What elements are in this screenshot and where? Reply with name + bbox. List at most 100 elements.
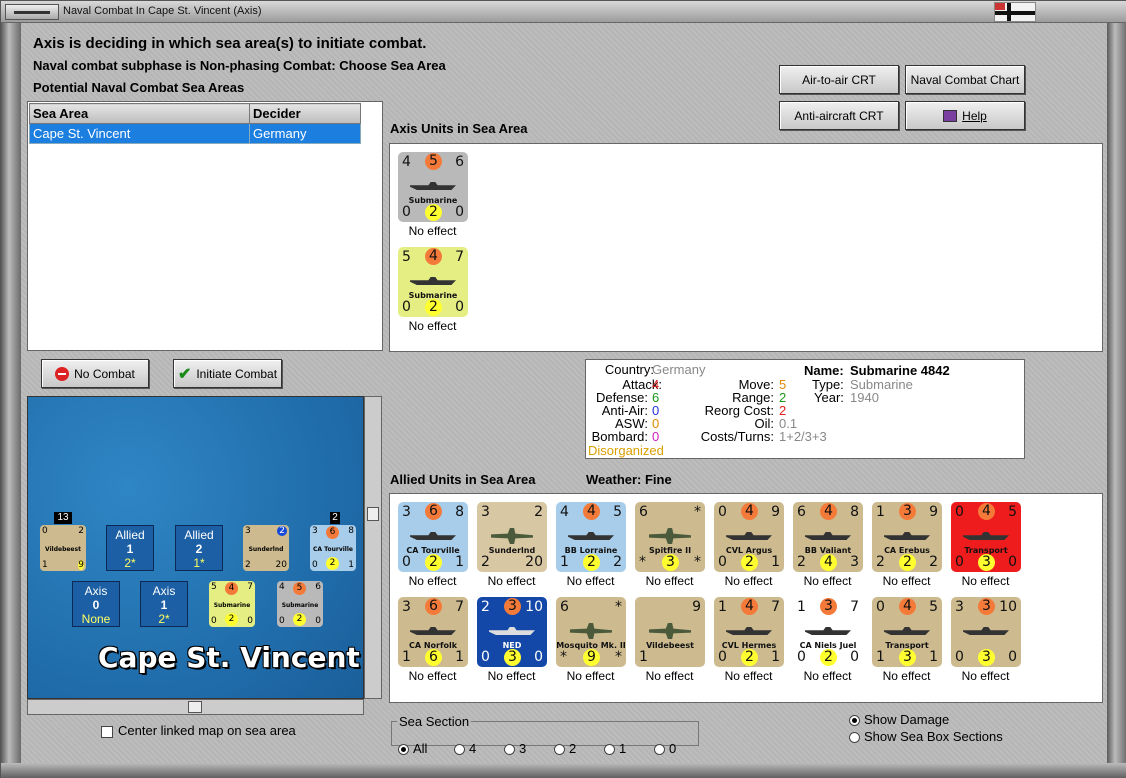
counter-br-value: 0 <box>455 204 464 220</box>
radio-button[interactable] <box>454 744 465 756</box>
sea-area-map[interactable]: 13 2 0 2 Vildebeest 1 9 Allied 1 2* Allied 2… <box>27 396 364 699</box>
bottom-frame <box>1 763 1126 778</box>
radio-button[interactable] <box>849 732 860 744</box>
map-counter-vildebeest[interactable]: 0 2 Vildebeest 1 9 <box>40 525 86 571</box>
counter-tr-value: 7 <box>455 599 464 615</box>
scroll-thumb[interactable] <box>188 701 202 713</box>
sea-section-group: Sea Section All 4 3 2 1 0 <box>391 714 699 756</box>
bombard-label: Bombard: <box>591 429 648 444</box>
map-counter-submarine[interactable]: 4 5 6 Submarine 0 2 0 <box>277 581 323 627</box>
allied-counter[interactable]: 0 4 9 0 2 1 CVL Argus <box>714 502 784 572</box>
book-icon <box>943 109 958 122</box>
allied-counter[interactable]: 3 6 7 1 6 1 CA Norfolk <box>398 597 468 667</box>
checkbox-box[interactable] <box>101 725 113 738</box>
allied-counter[interactable]: 0 4 5 1 3 1 Transport <box>872 597 942 667</box>
allied-counter[interactable]: 3 6 8 0 2 1 CA Tourville <box>398 502 468 572</box>
axis-box-1[interactable]: Axis 1 2* <box>140 581 188 627</box>
counter-tl-value: 4 <box>560 504 569 520</box>
table-row[interactable]: Cape St. Vincent Germany <box>29 123 361 144</box>
counter-tl-value: 0 <box>718 504 727 520</box>
stack-count: 2 <box>330 512 340 524</box>
decider-cell[interactable]: Germany <box>249 123 361 144</box>
show-sea-box-option[interactable]: Show Sea Box Sections <box>849 729 1003 744</box>
allied-counter[interactable]: 2 3 10 0 3 0 NED <box>477 597 547 667</box>
combat-effect-label: No effect <box>408 319 457 333</box>
system-menu-icon[interactable] <box>5 4 59 20</box>
allied-counter[interactable]: 6 * * 9 * Mosquito Mk. II <box>556 597 626 667</box>
counter-bm-value: 3 <box>662 554 679 571</box>
counter-tr-value: 8 <box>455 504 464 520</box>
radio-button[interactable] <box>504 744 515 756</box>
sea-area-list: Sea Area Decider Cape St. Vincent German… <box>27 101 383 351</box>
sea-section-option[interactable]: 1 <box>604 741 626 756</box>
counter-name: CA Norfolk <box>408 641 458 650</box>
counter-tr-value: 9 <box>929 504 938 520</box>
col-decider[interactable]: Decider <box>249 103 361 124</box>
sea-section-option[interactable]: 4 <box>454 741 476 756</box>
allied-counter[interactable]: 0 4 5 0 3 0 Transport <box>951 502 1021 572</box>
help-button[interactable]: Help <box>905 101 1025 130</box>
sea-section-title: Sea Section <box>399 714 470 729</box>
col-sea-area[interactable]: Sea Area <box>29 103 250 124</box>
sea-section-option[interactable]: 0 <box>654 741 676 756</box>
ship-icon <box>489 627 535 635</box>
map-counter-submarine[interactable]: 5 4 7 Submarine 0 2 0 <box>209 581 255 627</box>
combat-effect-label: No effect <box>724 574 773 588</box>
sea-area-cell[interactable]: Cape St. Vincent <box>29 123 250 144</box>
axis-counter[interactable]: 5 4 7 0 2 0 Submarine <box>398 247 468 317</box>
allied-counter[interactable]: 6 4 8 2 4 3 BB Valiant <box>793 502 863 572</box>
counter-name: Sunderlnd <box>488 546 536 555</box>
counter-br-value: 20 <box>525 554 543 570</box>
allied-counter[interactable]: 4 4 5 1 2 2 BB Lorraine <box>556 502 626 572</box>
axis-units-title: Axis Units in Sea Area <box>390 121 528 136</box>
radio-button[interactable] <box>849 715 860 727</box>
scroll-thumb[interactable] <box>367 507 379 521</box>
map-horizontal-scrollbar[interactable] <box>27 699 364 715</box>
radio-button[interactable] <box>654 744 665 756</box>
counter-br-value: 2 <box>613 554 622 570</box>
allied-counter[interactable]: 3 3 10 0 3 0 <box>951 597 1021 667</box>
axis-counter[interactable]: 4 5 6 0 2 0 Submarine <box>398 152 468 222</box>
allied-box-2[interactable]: Allied 2 1* <box>175 525 223 571</box>
sea-section-option[interactable]: All <box>398 741 427 756</box>
counter-bl-value: 0 <box>402 554 411 570</box>
map-counter-sunderland[interactable]: 3 2 Sunderlnd 2 20 <box>243 525 289 571</box>
allied-counter[interactable]: 3 2 2 20 Sunderlnd <box>477 502 547 572</box>
axis-box-0[interactable]: Axis 0 None <box>72 581 120 627</box>
allied-counter[interactable]: 1 3 7 0 2 0 CA Niels Juel <box>793 597 863 667</box>
counter-br-value: 0 <box>850 649 859 665</box>
allied-counter[interactable]: 6 * * 3 * Spitfire II <box>635 502 705 572</box>
air-to-air-crt-button[interactable]: Air-to-air CRT <box>779 65 899 94</box>
ship-icon <box>410 277 456 285</box>
naval-combat-chart-button[interactable]: Naval Combat Chart <box>905 65 1025 94</box>
counter-tr-value: * <box>615 599 622 615</box>
sea-section-option-label: 1 <box>619 741 627 756</box>
box-label: Axis <box>152 584 176 598</box>
radio-button[interactable] <box>554 744 565 756</box>
counter-name: CA Niels Juel <box>799 641 857 650</box>
allied-counter[interactable]: 1 3 9 2 2 2 CA Erebus <box>872 502 942 572</box>
unit-info-panel: Country: Germany Attack: 4 Defense: 6 An… <box>585 359 1025 459</box>
radio-button[interactable] <box>604 744 615 756</box>
initiate-combat-button[interactable]: ✔ Initiate Combat <box>173 359 282 388</box>
combat-effect-label: No effect <box>961 574 1010 588</box>
allied-counter[interactable]: 9 1 Vildebeest <box>635 597 705 667</box>
allied-units-panel: 3 6 8 0 2 1 CA Tourville No effect 3 2 2 20 Sunderln… <box>389 493 1103 703</box>
radio-button[interactable] <box>398 744 409 756</box>
counter-tr-value: 9 <box>771 504 780 520</box>
map-counter-tourville[interactable]: 3 6 8 CA Tourville 0 2 1 <box>310 525 356 571</box>
combat-effect-label: No effect <box>487 669 536 683</box>
show-damage-option[interactable]: Show Damage <box>849 712 949 727</box>
map-vertical-scrollbar[interactable] <box>364 396 382 699</box>
sea-section-option[interactable]: 3 <box>504 741 526 756</box>
counter-tm-value: 5 <box>425 153 442 170</box>
center-map-checkbox[interactable]: Center linked map on sea area <box>101 723 296 738</box>
counter-bm-value: 2 <box>741 554 758 571</box>
allied-box-1[interactable]: Allied 1 2* <box>106 525 154 571</box>
anti-aircraft-crt-button[interactable]: Anti-aircraft CRT <box>779 101 899 130</box>
allied-counter[interactable]: 1 4 7 0 2 1 CVL Hermes <box>714 597 784 667</box>
counter-tm-value: 3 <box>820 598 837 615</box>
counter-tm-value: 3 <box>899 503 916 520</box>
no-combat-button[interactable]: No Combat <box>41 359 149 388</box>
sea-section-option[interactable]: 2 <box>554 741 576 756</box>
